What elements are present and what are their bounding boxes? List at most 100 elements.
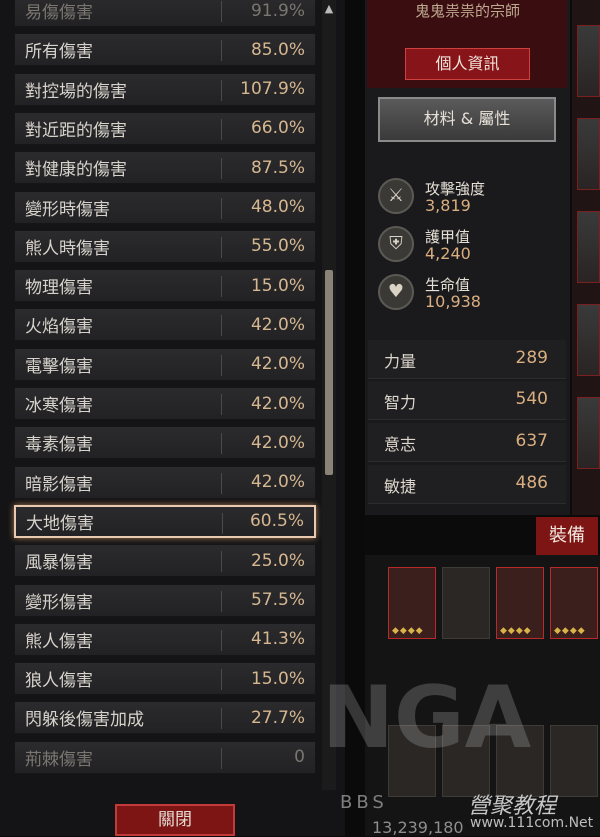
boots-item[interactable]: ◆◆◆◆ — [496, 567, 544, 639]
rarity-stars-icon: ◆◆◆◆ — [554, 626, 586, 636]
stat-value: 42.0% — [250, 393, 305, 414]
attribute-row-willpower[interactable]: 意志 637 — [368, 423, 566, 462]
stat-row[interactable]: 火焰傷害 42.0% — [14, 308, 316, 342]
scroll-up-icon[interactable]: ▲ — [322, 0, 336, 18]
stat-value: 0 — [294, 747, 305, 768]
stat-row[interactable]: 閃躲後傷害加成 27.7% — [14, 701, 316, 735]
stat-value: 57.5% — [250, 590, 305, 610]
stat-separator — [221, 433, 222, 455]
stat-separator — [221, 118, 222, 140]
stat-value: 42.0% — [250, 472, 305, 493]
attribute-row-strength[interactable]: 力量 289 — [368, 340, 566, 379]
stat-value: 15.0% — [250, 668, 305, 689]
attribute-row-intelligence[interactable]: 智力 540 — [368, 381, 566, 420]
profile-button[interactable]: 個人資訊 — [405, 48, 530, 80]
stat-row[interactable]: 所有傷害 85.0% — [14, 33, 316, 67]
stat-row[interactable]: 大地傷害 60.5% — [14, 504, 316, 538]
attribute-value: 637 — [515, 431, 548, 451]
stat-row[interactable]: 暗影傷害 42.0% — [14, 465, 316, 499]
stat-value: 27.7% — [250, 707, 305, 728]
stat-value: 66.0% — [250, 118, 305, 139]
stat-separator — [221, 315, 222, 337]
stat-row[interactable]: 熊人時傷害 55.0% — [14, 229, 316, 263]
attribute-label: 智力 — [384, 393, 417, 412]
stat-row[interactable]: 對近距的傷害 66.0% — [14, 111, 316, 145]
attribute-row-dexterity[interactable]: 敏捷 486 — [368, 465, 566, 504]
stat-separator — [221, 472, 222, 494]
stat-separator — [221, 669, 222, 691]
stat-row[interactable]: 風暴傷害 25.0% — [14, 544, 316, 578]
rarity-stars-icon: ◆◆◆◆ — [500, 626, 532, 636]
stat-row[interactable]: 冰寒傷害 42.0% — [14, 387, 316, 420]
stat-separator — [221, 40, 222, 62]
watermark-url: www.111com.Net — [470, 815, 594, 831]
watermark-bbs: BBS — [340, 792, 388, 813]
stat-row[interactable]: 物理傷害 15.0% — [14, 269, 316, 303]
attribute-value: 289 — [515, 348, 548, 368]
gear-slot[interactable] — [577, 25, 600, 97]
stat-row[interactable]: 變形時傷害 48.0% — [14, 190, 316, 224]
stat-value: 41.3% — [250, 629, 305, 650]
stat-value: 85.0% — [250, 39, 305, 60]
stat-value: 60.5% — [249, 511, 304, 532]
stat-separator — [222, 512, 223, 534]
stat-name: 熊人時傷害 — [25, 238, 110, 259]
stat-value: 87.5% — [250, 157, 305, 178]
shield-icon: ⛨ — [378, 226, 414, 262]
stat-name: 所有傷害 — [25, 42, 93, 63]
stat-row[interactable]: 毒素傷害 42.0% — [14, 426, 316, 460]
stat-separator — [221, 1, 222, 22]
stat-value: 42.0% — [250, 432, 305, 453]
close-button[interactable]: 關閉 — [115, 804, 235, 836]
gear-slot[interactable] — [577, 211, 600, 283]
amulet-item[interactable]: ◆◆◆◆ — [388, 567, 436, 639]
stat-name: 荊棘傷害 — [25, 749, 93, 770]
stat-row[interactable]: 變形傷害 57.5% — [14, 583, 316, 617]
stat-name: 對健康的傷害 — [25, 160, 127, 181]
stat-separator — [221, 551, 222, 573]
attribute-value: 486 — [515, 473, 548, 493]
stat-name: 變形時傷害 — [25, 199, 110, 220]
attribute-label: 意志 — [384, 435, 417, 454]
attack-power-value: 3,819 — [425, 196, 471, 215]
stat-value: 15.0% — [250, 275, 305, 296]
stat-name: 毒素傷害 — [25, 435, 93, 456]
attribute-label: 力量 — [384, 352, 417, 371]
stat-name: 暗影傷害 — [25, 474, 93, 495]
stat-name: 物理傷害 — [25, 278, 93, 299]
scrollbar-thumb[interactable] — [325, 270, 333, 475]
stat-row[interactable]: 狼人傷害 15.0% — [14, 662, 316, 696]
item-slot[interactable] — [442, 567, 490, 639]
stat-name: 風暴傷害 — [25, 553, 93, 574]
stat-name: 對近距的傷害 — [25, 120, 127, 141]
stat-row[interactable]: 電擊傷害 42.0% — [14, 347, 316, 381]
gold-amount: 13,239,180 — [372, 818, 464, 837]
stat-row[interactable]: 荊棘傷害 0 — [14, 740, 316, 774]
stat-row[interactable]: 對健康的傷害 87.5% — [14, 151, 316, 185]
stat-row[interactable]: 熊人傷害 41.3% — [14, 622, 316, 656]
stat-separator — [221, 197, 222, 219]
stat-separator — [221, 629, 222, 651]
stat-separator — [221, 276, 222, 298]
stat-separator — [221, 236, 222, 258]
materials-attributes-button[interactable]: 材料 & 屬性 — [378, 97, 556, 142]
stat-separator — [221, 747, 222, 769]
stat-value: 42.0% — [250, 314, 305, 335]
stat-name: 對控場的傷害 — [25, 81, 127, 102]
stat-row[interactable]: 對控場的傷害 107.9% — [14, 72, 316, 106]
equipment-tab[interactable]: 裝備 — [536, 517, 598, 555]
stat-row[interactable]: 易傷傷害 91.9% — [14, 0, 316, 27]
gear-slot[interactable] — [577, 397, 600, 469]
attribute-label: 敏捷 — [384, 477, 417, 496]
stat-value: 48.0% — [250, 197, 305, 217]
stat-separator — [221, 394, 222, 415]
gear-slot[interactable] — [577, 118, 600, 190]
gear-slot[interactable] — [577, 304, 600, 376]
stat-value: 55.0% — [250, 236, 305, 257]
stat-separator — [221, 158, 222, 180]
heart-icon: ♥ — [378, 274, 414, 310]
boots-item[interactable]: ◆◆◆◆ — [550, 567, 598, 639]
stat-name: 電擊傷害 — [25, 356, 93, 377]
stat-value: 107.9% — [240, 79, 305, 100]
stat-separator — [221, 708, 222, 730]
